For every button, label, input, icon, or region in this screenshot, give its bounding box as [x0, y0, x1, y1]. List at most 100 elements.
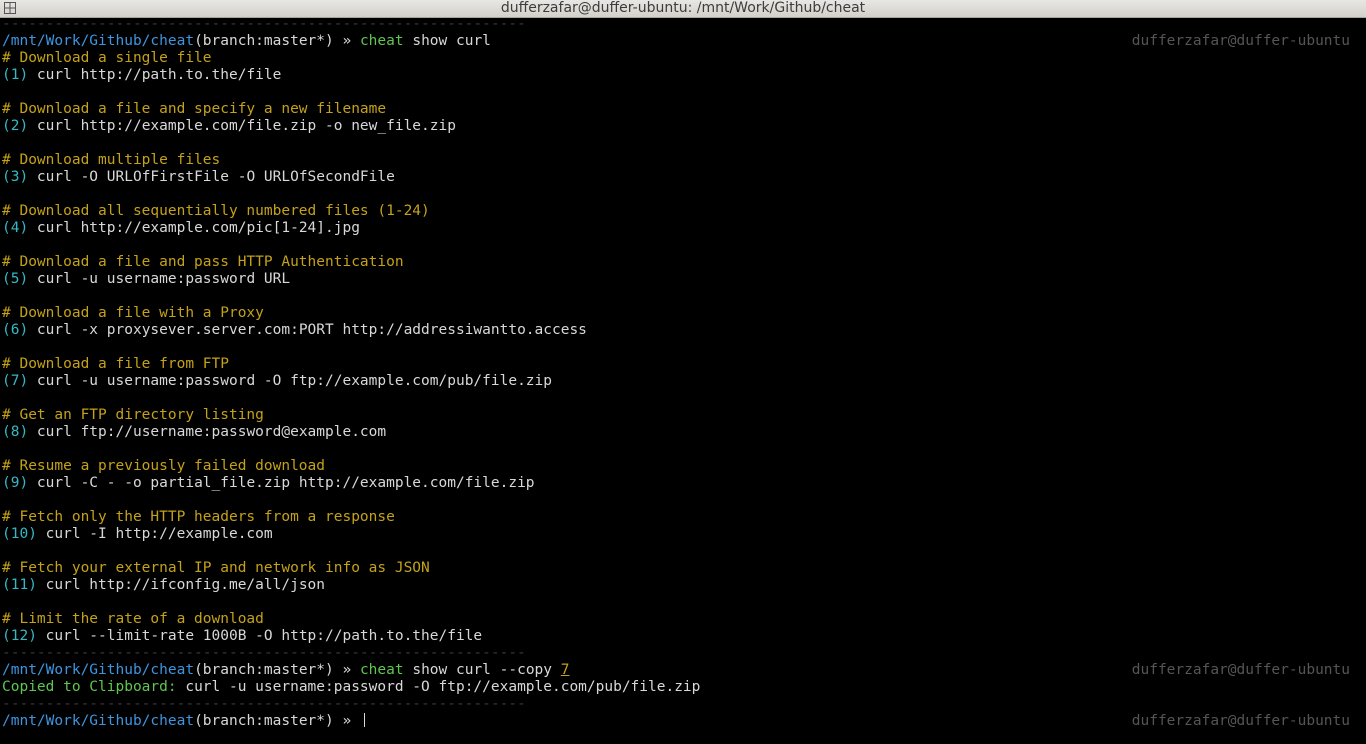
comment-text: # Download a single file [2, 50, 212, 66]
entry-command: (7) curl -u username:password -O ftp://e… [2, 373, 1364, 390]
prompt-line: /mnt/Work/Github/cheat(branch:master*) »… [2, 33, 1364, 50]
terminal-output[interactable]: ----------------------------------------… [2, 16, 1364, 730]
entry-code: curl http://example.com/file.zip -o new_… [28, 118, 456, 134]
copied-label: Copied to Clipboard: [2, 679, 177, 695]
window-title: dufferzafar@duffer-ubuntu: /mnt/Work/Git… [500, 0, 866, 16]
entry-code: curl -u username:password URL [28, 271, 291, 287]
comment-text: # Download a file and specify a new file… [2, 101, 387, 117]
entry-number: (12) [2, 628, 37, 644]
entry-command: (2) curl http://example.com/file.zip -o … [2, 118, 1364, 135]
separator-line: ----------------------------------------… [2, 696, 526, 712]
entry-comment: # Download multiple files [2, 152, 1364, 169]
entry-comment: # Download a file and specify a new file… [2, 101, 1364, 118]
separator-line: ----------------------------------------… [2, 645, 526, 661]
prompt-line-active[interactable]: /mnt/Work/Github/cheat(branch:master*) »… [2, 713, 1364, 730]
entry-comment: # Fetch only the HTTP headers from a res… [2, 509, 1364, 526]
prompt-user-host: dufferzafar@duffer-ubuntu [1131, 33, 1350, 49]
command-args: show curl [403, 33, 491, 49]
prompt-branch: (branch:master*) [194, 713, 334, 729]
entry-comment: # Resume a previously failed download [2, 458, 1364, 475]
prompt-user-host: dufferzafar@duffer-ubuntu [1131, 713, 1350, 729]
command-name: cheat [359, 662, 404, 678]
prompt-path: /mnt/Work/Github/cheat [2, 662, 195, 678]
prompt-arrow: » [333, 33, 360, 49]
entry-code: curl http://ifconfig.me/all/json [36, 577, 326, 593]
prompt-branch: (branch:master*) [194, 33, 334, 49]
entry-command: (6) curl -x proxysever.server.com:PORT h… [2, 322, 1364, 339]
entry-command: (10) curl -I http://example.com [2, 526, 1364, 543]
entry-comment: # Download a single file [2, 50, 1364, 67]
entry-code: curl -C - -o partial_file.zip http://exa… [28, 475, 535, 491]
prompt-branch: (branch:master*) [194, 662, 334, 678]
entry-comment: # Download a file from FTP [2, 356, 1364, 373]
entry-number: (2) [2, 118, 29, 134]
command-name: cheat [359, 33, 404, 49]
entry-number: (3) [2, 169, 29, 185]
entry-comment: # Download a file and pass HTTP Authenti… [2, 254, 1364, 271]
command-args: show curl --copy [403, 662, 561, 678]
text-cursor[interactable] [363, 713, 365, 727]
comment-text: # Get an FTP directory listing [2, 407, 264, 423]
entry-comment: # Download all sequentially numbered fil… [2, 203, 1364, 220]
prompt-arrow: » [333, 713, 360, 729]
separator-line: ----------------------------------------… [2, 16, 526, 32]
entry-command: (8) curl ftp://username:password@example… [2, 424, 1364, 441]
entry-code: curl -O URLOfFirstFile -O URLOfSecondFil… [28, 169, 395, 185]
comment-text: # Fetch only the HTTP headers from a res… [2, 509, 395, 525]
prompt-path: /mnt/Work/Github/cheat [2, 713, 195, 729]
entry-comment: # Fetch your external IP and network inf… [2, 560, 1364, 577]
entry-number: (11) [2, 577, 37, 593]
comment-text: # Limit the rate of a download [2, 611, 264, 627]
entry-code: curl --limit-rate 1000B -O http://path.t… [36, 628, 483, 644]
comment-text: # Download a file and pass HTTP Authenti… [2, 254, 404, 270]
prompt-line: /mnt/Work/Github/cheat(branch:master*) »… [2, 662, 1364, 679]
entry-command: (9) curl -C - -o partial_file.zip http:/… [2, 475, 1364, 492]
copy-entry-number: 7 [560, 662, 570, 678]
entry-number: (9) [2, 475, 29, 491]
prompt-user-host: dufferzafar@duffer-ubuntu [1131, 662, 1350, 678]
entry-code: curl -x proxysever.server.com:PORT http:… [28, 322, 587, 338]
entry-code: curl -u username:password -O ftp://examp… [28, 373, 552, 389]
entry-number: (5) [2, 271, 29, 287]
entry-command: (4) curl http://example.com/pic[1-24].jp… [2, 220, 1364, 237]
cheat-entries: # Download a single file (1) curl http://… [2, 50, 1364, 645]
copied-line: Copied to Clipboard: curl -u username:pa… [2, 679, 1364, 696]
entry-comment: # Download a file with a Proxy [2, 305, 1364, 322]
comment-text: # Download multiple files [2, 152, 221, 168]
entry-number: (10) [2, 526, 37, 542]
entry-command: (11) curl http://ifconfig.me/all/json [2, 577, 1364, 594]
comment-text: # Download a file from FTP [2, 356, 229, 372]
prompt-arrow: » [333, 662, 360, 678]
entry-command: (3) curl -O URLOfFirstFile -O URLOfSecon… [2, 169, 1364, 186]
entry-command: (12) curl --limit-rate 1000B -O http://p… [2, 628, 1364, 645]
entry-comment: # Limit the rate of a download [2, 611, 1364, 628]
entry-code: curl ftp://username:password@example.com [28, 424, 387, 440]
comment-text: # Resume a previously failed download [2, 458, 326, 474]
prompt-path: /mnt/Work/Github/cheat [2, 33, 195, 49]
entry-comment: # Get an FTP directory listing [2, 407, 1364, 424]
entry-code: curl http://path.to.the/file [28, 67, 282, 83]
entry-number: (8) [2, 424, 29, 440]
entry-code: curl http://example.com/pic[1-24].jpg [28, 220, 360, 236]
entry-command: (1) curl http://path.to.the/file [2, 67, 1364, 84]
comment-text: # Fetch your external IP and network inf… [2, 560, 430, 576]
comment-text: # Download all sequentially numbered fil… [2, 203, 430, 219]
entry-number: (6) [2, 322, 29, 338]
comment-text: # Download a file with a Proxy [2, 305, 264, 321]
entry-number: (1) [2, 67, 29, 83]
entry-number: (7) [2, 373, 29, 389]
entry-code: curl -I http://example.com [36, 526, 273, 542]
entry-command: (5) curl -u username:password URL [2, 271, 1364, 288]
copied-text: curl -u username:password -O ftp://examp… [176, 679, 701, 695]
